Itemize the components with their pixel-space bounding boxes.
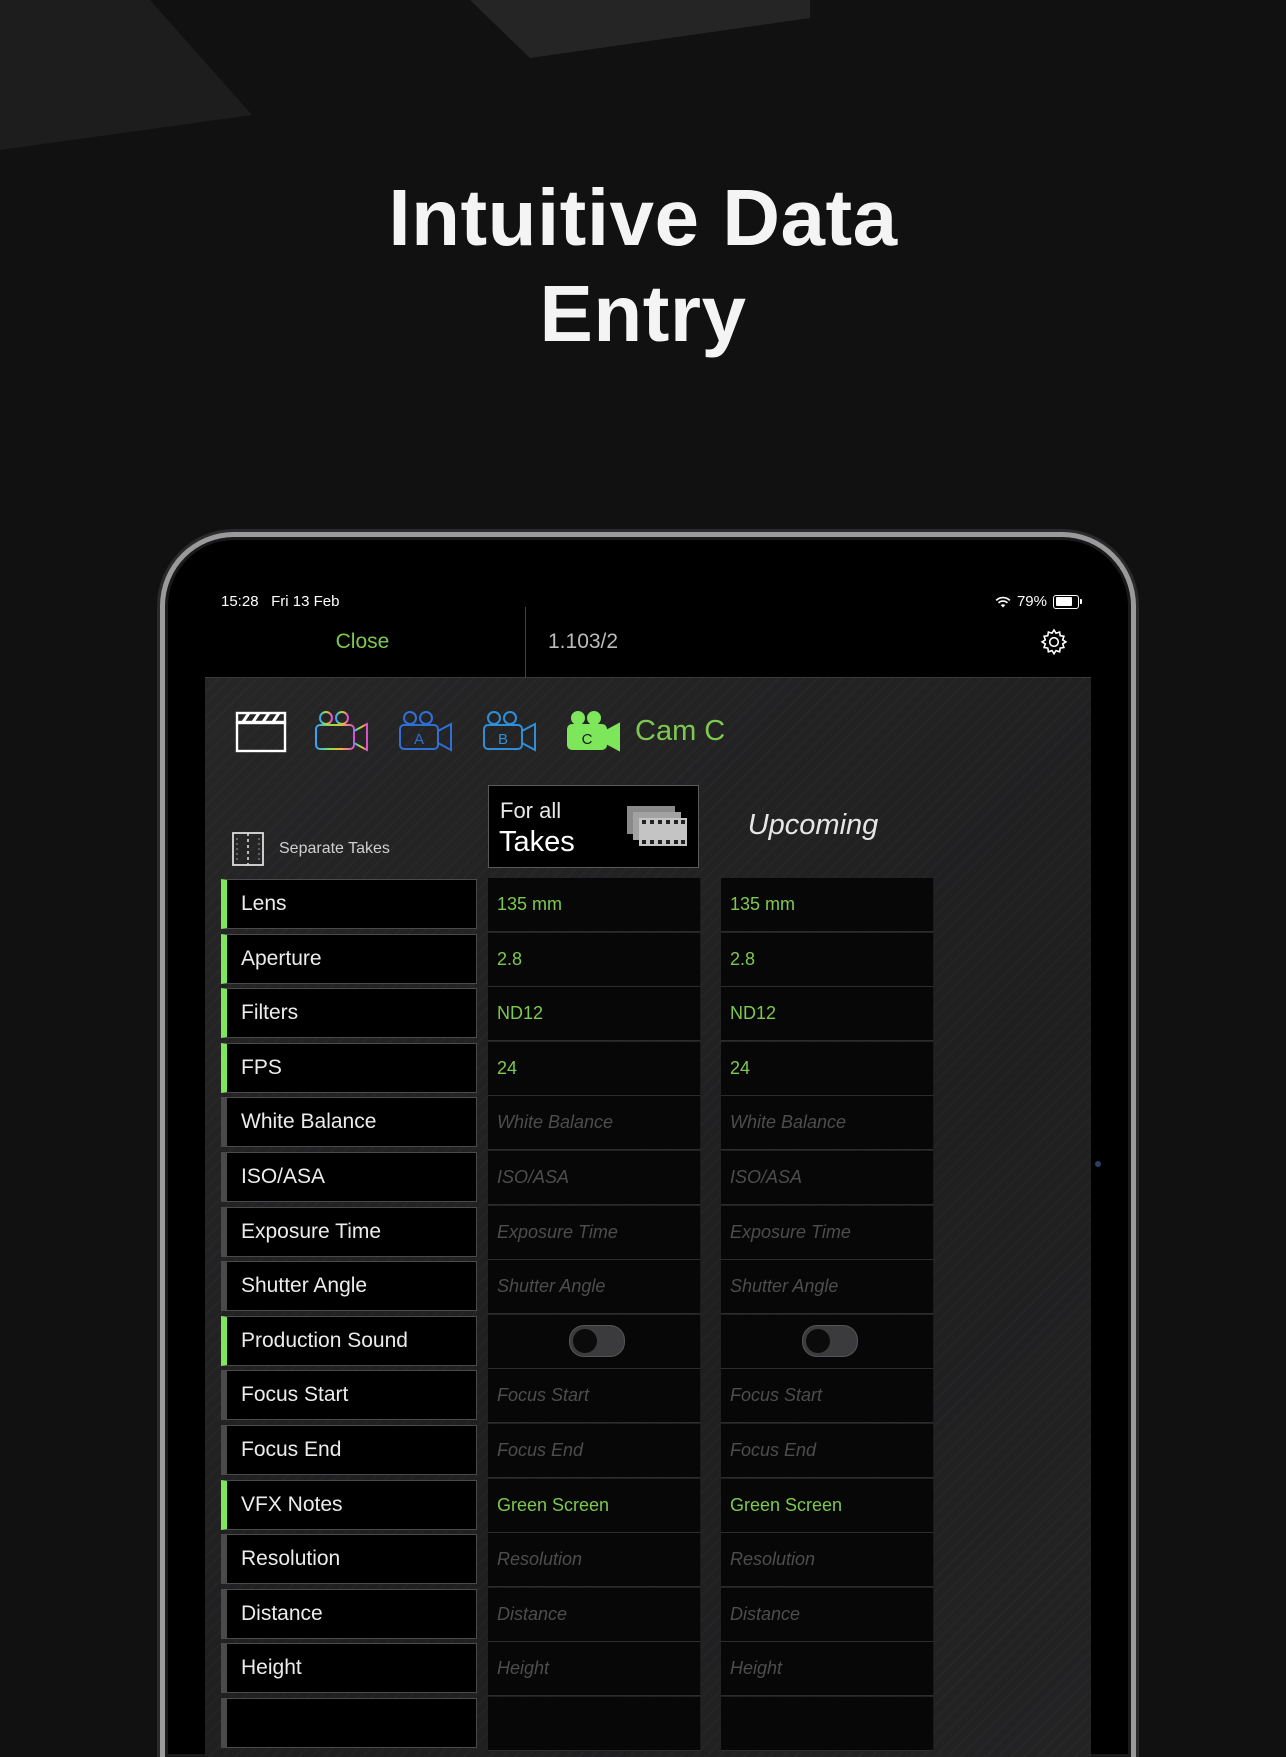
upcoming-field[interactable]: ND12 <box>721 987 934 1042</box>
production-sound-switch[interactable] <box>802 1325 858 1358</box>
upcoming-field[interactable]: Focus End <box>721 1424 934 1478</box>
parameter-label[interactable]: Distance <box>221 1588 477 1639</box>
upcoming-field[interactable]: Shutter Angle <box>721 1260 934 1315</box>
for-all-takes-field[interactable]: 2.8 <box>488 932 701 987</box>
selected-camera-label: Cam C <box>635 714 726 747</box>
upcoming-field[interactable]: Exposure Time <box>721 1205 934 1260</box>
camera-multicolor-icon[interactable] <box>313 709 371 753</box>
gear-icon[interactable] <box>1039 627 1069 657</box>
separate-takes-icon <box>232 832 264 866</box>
headline-line-1: Intuitive Data <box>388 173 898 262</box>
parameter-label[interactable]: Filters <box>221 988 477 1039</box>
parameter-label[interactable]: VFX Notes <box>221 1479 477 1530</box>
camera-a-icon[interactable]: A <box>397 709 455 753</box>
parameter-label[interactable]: Shutter Angle <box>221 1261 477 1312</box>
parameter-label[interactable]: Production Sound <box>221 1315 477 1366</box>
for-all-takes-field[interactable]: Exposure Time <box>488 1205 701 1260</box>
background-shape <box>0 0 252 150</box>
upcoming-field[interactable]: Resolution <box>721 1533 934 1588</box>
table-row: FPS 24 24 <box>205 1041 1091 1096</box>
table-row: Distance Distance Distance <box>205 1587 1091 1642</box>
headline-line-2: Entry <box>539 269 747 358</box>
for-all-takes-field[interactable]: 135 mm <box>488 878 701 932</box>
upcoming-field <box>721 1314 934 1369</box>
upcoming-field[interactable]: 135 mm <box>721 878 934 932</box>
for-all-takes-field[interactable]: ND12 <box>488 987 701 1042</box>
for-all-takes-field[interactable]: Height <box>488 1642 701 1697</box>
for-all-takes-field[interactable]: Focus End <box>488 1424 701 1478</box>
parameter-label[interactable]: Resolution <box>221 1534 477 1585</box>
for-all-takes-field[interactable]: Green Screen <box>488 1478 701 1533</box>
nav-divider <box>525 607 526 677</box>
for-all-takes-field[interactable]: Distance <box>488 1587 701 1642</box>
table-row <box>205 1697 1091 1751</box>
for-all-takes-field[interactable]: ISO/ASA <box>488 1151 701 1205</box>
parameter-label[interactable]: White Balance <box>221 1097 477 1148</box>
upcoming-field[interactable]: ISO/ASA <box>721 1151 934 1205</box>
table-row: Exposure Time Exposure Time Exposure Time <box>205 1205 1091 1260</box>
for-all-takes-field[interactable] <box>488 1697 701 1751</box>
upcoming-field[interactable]: Focus Start <box>721 1369 934 1424</box>
film-strips-icon <box>627 806 687 846</box>
for-all-takes-field[interactable]: Resolution <box>488 1533 701 1588</box>
camera-c-letter: C <box>582 731 593 748</box>
navigation-bar: Close 1.103/2 <box>205 607 1091 678</box>
take-id: 1.103/2 <box>548 630 619 653</box>
table-row: Lens 135 mm 135 mm <box>205 878 1091 932</box>
camera-b-icon[interactable]: B <box>481 709 539 753</box>
parameter-label[interactable]: Focus Start <box>221 1370 477 1421</box>
for-all-takes-field[interactable]: 24 <box>488 1041 701 1096</box>
table-row: VFX Notes Green Screen Green Screen <box>205 1478 1091 1533</box>
for-all-takes-field[interactable]: Focus Start <box>488 1369 701 1424</box>
table-row: Shutter Angle Shutter Angle Shutter Angle <box>205 1260 1091 1315</box>
parameter-label[interactable]: Height <box>221 1643 477 1694</box>
tablet-device: 15:28 Fri 13 Feb 79% Close 1.103/2 A B C… <box>160 532 1136 1757</box>
parameter-label[interactable]: FPS <box>221 1042 477 1093</box>
table-row: Aperture 2.8 2.8 <box>205 932 1091 987</box>
camera-a-letter: A <box>414 731 424 748</box>
upcoming-field[interactable]: Green Screen <box>721 1478 934 1533</box>
table-row: Filters ND12 ND12 <box>205 987 1091 1042</box>
for-all-takes-field[interactable]: Shutter Angle <box>488 1260 701 1315</box>
table-row: Focus End Focus End Focus End <box>205 1424 1091 1478</box>
for-all-line-2: Takes <box>499 826 575 858</box>
for-all-line-1: For all <box>500 798 562 823</box>
table-row: Resolution Resolution Resolution <box>205 1533 1091 1588</box>
upcoming-field[interactable]: 2.8 <box>721 932 934 987</box>
upcoming-header: Upcoming <box>747 808 879 841</box>
upcoming-field[interactable] <box>721 1697 934 1751</box>
parameter-label[interactable]: ISO/ASA <box>221 1152 477 1202</box>
camera-c-icon[interactable]: C <box>565 709 623 753</box>
headline: Intuitive Data Entry <box>0 170 1286 362</box>
for-all-takes-header[interactable]: For all Takes <box>488 785 699 868</box>
separate-takes-toggle[interactable]: Separate Takes <box>231 831 390 867</box>
upcoming-field[interactable]: Distance <box>721 1587 934 1642</box>
table-row: Height Height Height <box>205 1642 1091 1697</box>
table-row: Focus Start Focus Start Focus Start <box>205 1369 1091 1424</box>
upcoming-field[interactable]: Height <box>721 1642 934 1697</box>
separate-takes-label: Separate Takes <box>279 840 390 857</box>
close-button[interactable]: Close <box>205 607 520 677</box>
upcoming-field[interactable]: 24 <box>721 1041 934 1096</box>
table-row: Production Sound <box>205 1314 1091 1369</box>
production-sound-switch[interactable] <box>569 1325 625 1358</box>
background-shape <box>470 0 810 58</box>
clapperboard-icon[interactable] <box>235 709 287 753</box>
parameter-label[interactable]: Aperture <box>221 933 477 984</box>
for-all-takes-field[interactable]: White Balance <box>488 1096 701 1151</box>
table-row: White Balance White Balance White Balance <box>205 1096 1091 1151</box>
parameter-label[interactable]: Exposure Time <box>221 1206 477 1257</box>
parameter-label[interactable]: Focus End <box>221 1425 477 1475</box>
camera-report-panel: A B C Cam C Separate Takes For all Takes… <box>205 678 1091 1757</box>
camera-tabs: A B C Cam C <box>235 706 725 756</box>
wifi-icon <box>995 596 1011 607</box>
table-row: ISO/ASA ISO/ASA ISO/ASA <box>205 1151 1091 1205</box>
parameter-label[interactable] <box>221 1698 477 1748</box>
parameter-label[interactable]: Lens <box>221 879 477 929</box>
camera-b-letter: B <box>498 731 508 748</box>
camera-dot <box>1095 1161 1101 1167</box>
upcoming-field[interactable]: White Balance <box>721 1096 934 1151</box>
for-all-takes-field <box>488 1314 701 1369</box>
